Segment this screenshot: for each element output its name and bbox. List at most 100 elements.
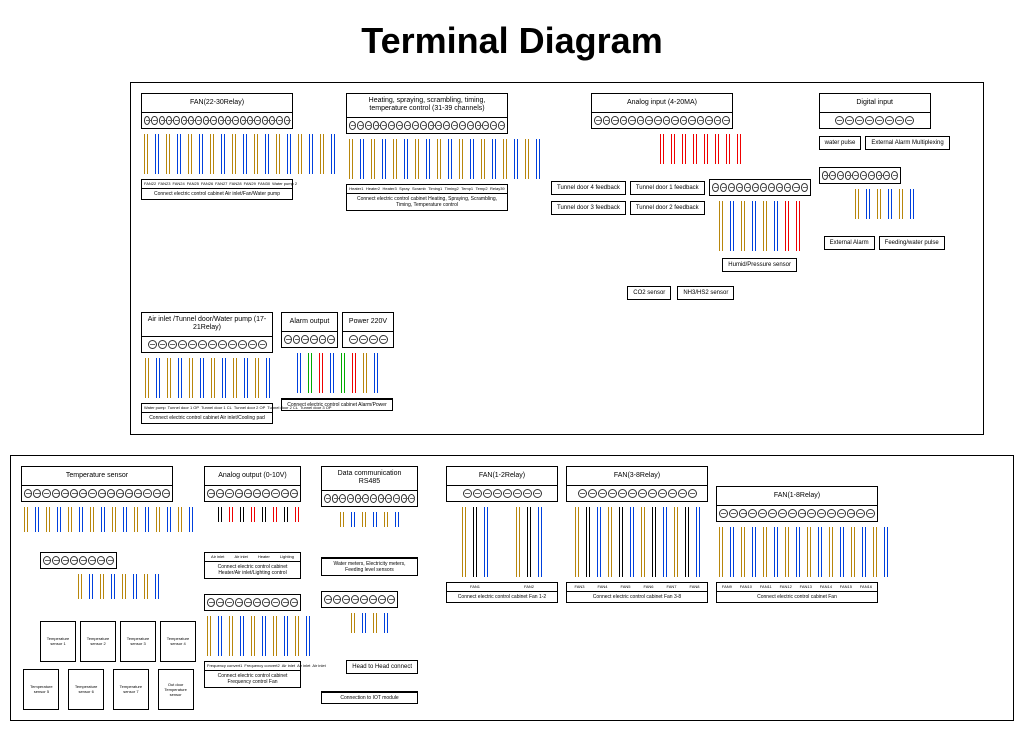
module-title: Alarm output bbox=[282, 313, 337, 332]
terminal-sub-block bbox=[321, 591, 398, 608]
module-caption: Connect electric control cabinet Fan 1-2 bbox=[447, 591, 557, 602]
term-label: Timing2 bbox=[445, 187, 459, 191]
term-label: Heater bbox=[258, 555, 270, 559]
module-title: FAN(3-8Relay) bbox=[567, 467, 707, 486]
labels-block: FAN3 FAN4 FAN5 FAN6 FAN7 FAN8 Connect el… bbox=[566, 582, 708, 603]
temp-sensor-box: Temperature sensor 2 bbox=[80, 621, 116, 662]
term-label: FAN7 bbox=[666, 585, 676, 589]
term-label: FAN14 bbox=[820, 585, 832, 589]
temp-sensor-box: Temperature sensor 1 bbox=[40, 621, 76, 662]
module-rs485: Data communication RS485 bbox=[321, 466, 418, 507]
labels-block: Air inlet Air inlet Heater Lighting Conn… bbox=[204, 552, 301, 579]
wiring bbox=[819, 189, 950, 229]
wiring bbox=[446, 507, 558, 577]
labels-block: Connection to IOT module bbox=[321, 691, 418, 704]
term-label: Relay39 bbox=[490, 187, 505, 191]
term-label: Heater1 bbox=[349, 187, 363, 191]
wiring bbox=[40, 574, 196, 614]
term-label: FAN10 bbox=[740, 585, 752, 589]
feedback-label: Tunnel door 3 feedback bbox=[551, 201, 626, 215]
term-label: Air inlet bbox=[234, 555, 247, 559]
term-label: Lighting bbox=[280, 555, 294, 559]
wiring bbox=[141, 358, 273, 398]
module-caption: Connect electric control cabinet Fan 3-8 bbox=[567, 591, 707, 602]
term-label: FAN12 bbox=[780, 585, 792, 589]
module-caption: Connect electric control cabinet Air inl… bbox=[142, 188, 292, 199]
labels-block: FAN22 FAN23 FAN24 FAN25 FAN26 FAN27 FAN2… bbox=[141, 179, 293, 200]
term-label: FAN25 bbox=[187, 182, 199, 186]
module-caption: Connect electric control cabinet Alarm/P… bbox=[282, 399, 392, 410]
module-analog-input: Analog input (4-20MA) bbox=[591, 93, 733, 129]
module-title: Heating, spraying, scrambling, timing, t… bbox=[347, 94, 507, 118]
temp-sensor-box: Temperature sensor 5 bbox=[23, 669, 59, 710]
term-label: Air inlet bbox=[282, 664, 295, 668]
wiring bbox=[716, 527, 891, 577]
term-label: FAN1 bbox=[470, 585, 480, 589]
module-title: Digital input bbox=[820, 94, 930, 113]
terminal-block bbox=[347, 118, 507, 133]
module-caption: Connect electric control cabinet Air inl… bbox=[142, 412, 272, 423]
terminal-block bbox=[282, 332, 337, 347]
term-label: Air inlet bbox=[297, 664, 310, 668]
term-label: Frequency convert1 bbox=[207, 664, 242, 668]
term-label: Air inlet bbox=[211, 555, 224, 559]
wiring bbox=[566, 507, 708, 577]
module-title: FAN(22-30Relay) bbox=[142, 94, 292, 113]
feedback-label: Tunnel door 1 feedback bbox=[630, 181, 705, 195]
wiring-red bbox=[591, 134, 811, 174]
term-label: FAN2 bbox=[524, 585, 534, 589]
module-title: FAN(1-2Relay) bbox=[447, 467, 557, 486]
di-label: water pulse bbox=[819, 136, 862, 150]
module-caption: Connect electric control cabinet Fan bbox=[717, 591, 877, 602]
terminal-block bbox=[717, 506, 877, 521]
module-caption: Connect electric control cabinet Heater/… bbox=[205, 561, 300, 578]
module-air-inlet: Air inlet /Tunnel door/Water pump (17-21… bbox=[141, 312, 273, 353]
sensor-label: Humid/Pressure sensor bbox=[722, 258, 797, 272]
module-title: Temperature sensor bbox=[22, 467, 172, 486]
terminal-block bbox=[343, 332, 393, 347]
labels-block: Water meters, Electricity meters, Feedin… bbox=[321, 557, 418, 576]
page-title: Terminal Diagram bbox=[10, 20, 1014, 62]
terminal-block bbox=[567, 486, 707, 501]
temp-sensor-box: Temperature sensor 7 bbox=[113, 669, 149, 710]
term-label: FAN24 bbox=[172, 182, 184, 186]
terminal-sub-block bbox=[819, 167, 901, 184]
term-label: FAN27 bbox=[215, 182, 227, 186]
term-label: FAN9 bbox=[722, 585, 732, 589]
term-label: Water pump bbox=[144, 406, 166, 410]
terminal-block bbox=[322, 491, 417, 506]
terminal-block bbox=[142, 113, 292, 128]
term-label: FAN6 bbox=[643, 585, 653, 589]
module-caption: Water meters, Electricity meters, Feedin… bbox=[322, 558, 417, 575]
module-fan-22-30: FAN(22-30Relay) bbox=[141, 93, 293, 129]
term-label: FAN30 bbox=[258, 182, 270, 186]
term-label: Spray bbox=[399, 187, 409, 191]
module-heating: Heating, spraying, scrambling, timing, t… bbox=[346, 93, 508, 134]
di-sub-label: Feeding/water pulse bbox=[879, 236, 945, 250]
module-fan-1-2: FAN(1-2Relay) bbox=[446, 466, 558, 502]
terminal-block bbox=[142, 337, 272, 352]
term-label: FAN16 bbox=[860, 585, 872, 589]
terminal-block bbox=[592, 113, 732, 128]
panel-top: FAN(22-30Relay) FAN22 FAN23 FAN24 FAN25 … bbox=[130, 82, 984, 435]
wiring bbox=[346, 139, 543, 179]
wiring bbox=[321, 512, 418, 552]
labels-block: FAN9 FAN10 FAN11 FAN12 FAN13 FAN14 FAN15… bbox=[716, 582, 878, 603]
temp-sensor-box: Temperature sensor 4 bbox=[160, 621, 196, 662]
module-caption: Connect electric control cabinet Heating… bbox=[347, 193, 507, 210]
sensor-label: CO2 sensor bbox=[627, 286, 671, 300]
wiring bbox=[141, 134, 338, 174]
term-label: Tunnel door 1 OP bbox=[168, 406, 199, 410]
term-label: FAN15 bbox=[840, 585, 852, 589]
module-title: Analog input (4-20MA) bbox=[592, 94, 732, 113]
terminal-block bbox=[22, 486, 172, 501]
labels-block: Frequency convert1 Frequency convert2 Ai… bbox=[204, 661, 301, 688]
term-label: Water pump 2 bbox=[272, 182, 297, 186]
wiring bbox=[321, 613, 418, 653]
module-title: Air inlet /Tunnel door/Water pump (17-21… bbox=[142, 313, 272, 337]
module-title: Analog output (0-10V) bbox=[205, 467, 300, 486]
term-label: FAN3 bbox=[574, 585, 584, 589]
module-fan-3-8: FAN(3-8Relay) bbox=[566, 466, 708, 502]
module-caption: Connect electric control cabinet Frequen… bbox=[205, 670, 300, 687]
term-label: FAN8 bbox=[689, 585, 699, 589]
